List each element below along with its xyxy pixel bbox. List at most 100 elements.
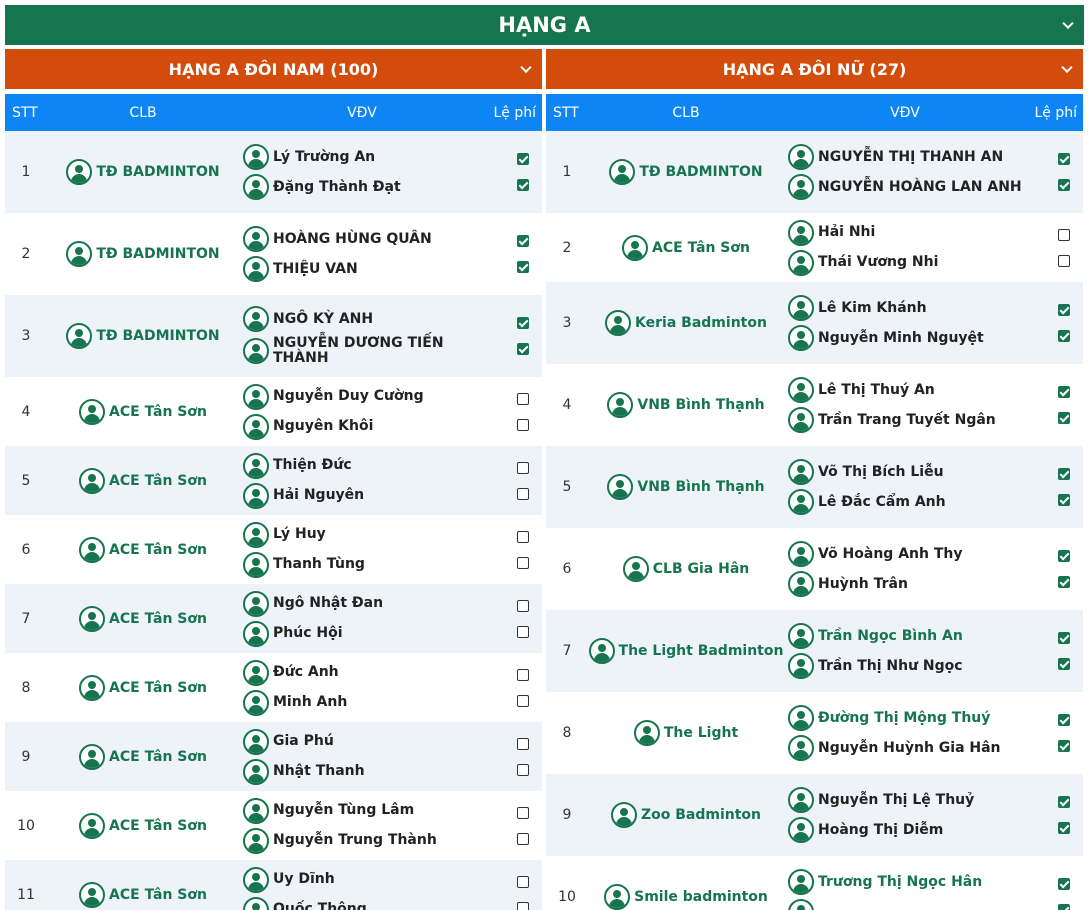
player[interactable]: Lý Huy xyxy=(243,521,485,548)
fee-checkbox[interactable] xyxy=(516,875,529,888)
chevron-down-icon[interactable] xyxy=(1062,17,1074,30)
club-cell[interactable]: TĐ BADMINTON xyxy=(47,241,239,267)
player[interactable]: Trương Thị Ngọc Hân xyxy=(788,869,1026,895)
player[interactable]: Hải Nhi xyxy=(788,219,1026,246)
player[interactable]: Lý Trường An xyxy=(243,144,485,170)
club-cell[interactable]: ACE Tân Sơn xyxy=(588,234,784,261)
club-cell[interactable]: ACE Tân Sơn xyxy=(47,467,239,494)
club-name[interactable]: Zoo Badminton xyxy=(641,807,761,823)
club-name[interactable]: ACE Tân Sơn xyxy=(109,473,207,489)
player[interactable]: Nhật Thanh xyxy=(243,758,485,785)
fee-checkbox[interactable] xyxy=(1057,153,1070,165)
fee-checkbox[interactable] xyxy=(516,261,529,273)
fee-checkbox[interactable] xyxy=(1057,658,1070,670)
player[interactable]: Đường Thị Mộng Thuý xyxy=(788,705,1026,731)
player[interactable]: Nguyễn Duy Cường xyxy=(243,383,485,410)
player[interactable]: Võ Hoàng Anh Thy xyxy=(788,541,1026,567)
fee-checkbox[interactable] xyxy=(516,392,529,405)
player[interactable]: Lê Thị Thuý An xyxy=(788,377,1026,403)
club-name[interactable]: Smile badminton xyxy=(634,889,768,905)
fee-checkbox[interactable] xyxy=(516,179,529,191)
player[interactable]: NGÔ KỲ ANH xyxy=(243,306,485,332)
club-name[interactable]: ACE Tân Sơn xyxy=(109,404,207,420)
club-cell[interactable]: Keria Badminton xyxy=(588,310,784,336)
player[interactable] xyxy=(788,899,1026,910)
player[interactable]: Trần Ngọc Bình An xyxy=(788,623,1026,649)
fee-checkbox[interactable] xyxy=(1057,878,1070,890)
fee-checkbox[interactable] xyxy=(516,556,529,569)
player[interactable]: Đặng Thành Đạt xyxy=(243,174,485,200)
club-name[interactable]: ACE Tân Sơn xyxy=(109,680,207,696)
club-name[interactable]: TĐ BADMINTON xyxy=(96,246,219,262)
fee-checkbox[interactable] xyxy=(1057,740,1070,752)
fee-checkbox[interactable] xyxy=(1057,254,1070,267)
club-cell[interactable]: Smile badminton xyxy=(588,884,784,910)
category-header[interactable]: HẠNG A xyxy=(5,5,1084,45)
club-name[interactable]: TĐ BADMINTON xyxy=(639,164,762,180)
player[interactable]: Huỳnh Trân xyxy=(788,571,1026,597)
player[interactable]: Thái Vương Nhi xyxy=(788,249,1026,276)
fee-checkbox[interactable] xyxy=(516,530,529,543)
fee-checkbox[interactable] xyxy=(516,235,529,247)
fee-checkbox[interactable] xyxy=(1057,822,1070,834)
club-name[interactable]: TĐ BADMINTON xyxy=(96,328,219,344)
fee-checkbox[interactable] xyxy=(516,418,529,431)
fee-checkbox[interactable] xyxy=(1057,494,1070,506)
club-cell[interactable]: ACE Tân Sơn xyxy=(47,674,239,701)
mens-doubles-header[interactable]: HẠNG A ĐÔI NAM (100) xyxy=(5,49,542,89)
fee-checkbox[interactable] xyxy=(1057,576,1070,588)
player[interactable]: Nguyễn Huỳnh Gia Hân xyxy=(788,735,1026,761)
player[interactable]: Võ Thị Bích Liễu xyxy=(788,459,1026,485)
fee-checkbox[interactable] xyxy=(1057,304,1070,316)
club-name[interactable]: ACE Tân Sơn xyxy=(109,542,207,558)
player[interactable]: Ngô Nhật Đan xyxy=(243,590,485,617)
player[interactable]: Đức Anh xyxy=(243,659,485,686)
fee-checkbox[interactable] xyxy=(516,153,529,165)
club-cell[interactable]: VNB Bình Thạnh xyxy=(588,474,784,500)
club-name[interactable]: VNB Bình Thạnh xyxy=(637,397,764,413)
player[interactable]: Thanh Tùng xyxy=(243,551,485,578)
club-cell[interactable]: ACE Tân Sơn xyxy=(47,398,239,425)
club-cell[interactable]: ACE Tân Sơn xyxy=(47,881,239,908)
player[interactable]: Uy Dĩnh xyxy=(243,866,485,893)
player[interactable]: Quốc Thông xyxy=(243,896,485,910)
fee-checkbox[interactable] xyxy=(516,599,529,612)
fee-checkbox[interactable] xyxy=(516,487,529,500)
fee-checkbox[interactable] xyxy=(516,625,529,638)
chevron-down-icon[interactable] xyxy=(520,61,532,74)
fee-checkbox[interactable] xyxy=(516,694,529,707)
player[interactable]: Trần Thị Như Ngọc xyxy=(788,653,1026,679)
club-cell[interactable]: ACE Tân Sơn xyxy=(47,812,239,839)
fee-checkbox[interactable] xyxy=(516,343,529,355)
fee-checkbox[interactable] xyxy=(516,832,529,845)
player[interactable]: Gia Phú xyxy=(243,728,485,755)
fee-checkbox[interactable] xyxy=(516,461,529,474)
fee-checkbox[interactable] xyxy=(1057,386,1070,398)
player[interactable]: THIỆU VAN xyxy=(243,256,485,282)
club-cell[interactable]: TĐ BADMINTON xyxy=(588,159,784,185)
club-name[interactable]: ACE Tân Sơn xyxy=(652,240,750,256)
chevron-down-icon[interactable] xyxy=(1061,61,1073,74)
player[interactable]: Lê Kim Khánh xyxy=(788,295,1026,321)
fee-checkbox[interactable] xyxy=(1057,632,1070,644)
club-name[interactable]: The Light xyxy=(664,725,738,741)
fee-checkbox[interactable] xyxy=(516,737,529,750)
fee-checkbox[interactable] xyxy=(516,668,529,681)
club-cell[interactable]: The Light Badminton xyxy=(588,638,784,664)
club-name[interactable]: VNB Bình Thạnh xyxy=(637,479,764,495)
club-cell[interactable]: VNB Bình Thạnh xyxy=(588,392,784,418)
fee-checkbox[interactable] xyxy=(1057,904,1070,910)
player[interactable]: Phúc Hội xyxy=(243,620,485,647)
fee-checkbox[interactable] xyxy=(1057,228,1070,241)
club-name[interactable]: ACE Tân Sơn xyxy=(109,818,207,834)
womens-doubles-header[interactable]: HẠNG A ĐÔI NỮ (27) xyxy=(546,49,1083,89)
club-name[interactable]: ACE Tân Sơn xyxy=(109,749,207,765)
player[interactable]: Nguyên Khôi xyxy=(243,413,485,440)
player[interactable]: NGUYỄN DƯƠNG TIẾN THÀNH xyxy=(243,336,485,366)
fee-checkbox[interactable] xyxy=(1057,550,1070,562)
fee-checkbox[interactable] xyxy=(1057,468,1070,480)
club-cell[interactable]: Zoo Badminton xyxy=(588,802,784,828)
club-name[interactable]: Keria Badminton xyxy=(635,315,767,331)
player[interactable]: Thiện Đức xyxy=(243,452,485,479)
fee-checkbox[interactable] xyxy=(1057,330,1070,342)
